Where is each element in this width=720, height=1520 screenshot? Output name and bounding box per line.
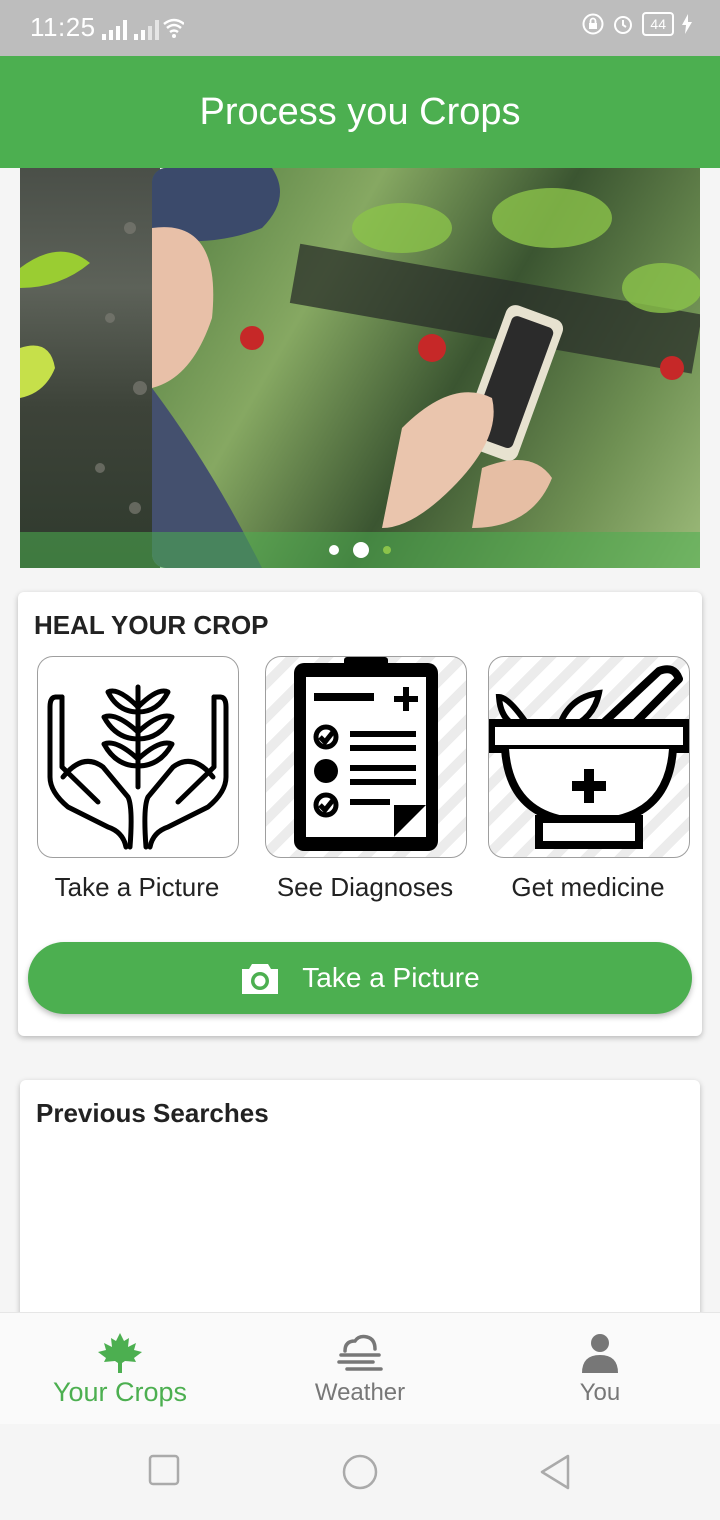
recent-apps-icon[interactable] [148,1454,180,1486]
battery-indicator: 44 [642,12,674,36]
nav-item-weather[interactable]: Weather [240,1313,480,1425]
step-get-medicine [488,656,690,858]
carousel-dot-2-active[interactable] [353,542,369,558]
status-bar: 11:25 44 [0,0,720,56]
previous-searches-title: Previous Searches [36,1098,269,1128]
app-bar: Process you Crops [0,56,720,168]
previous-searches-card: Previous Searches [20,1080,700,1340]
fog-cloud-icon [337,1334,383,1371]
system-navigation-bar [0,1424,720,1520]
carousel-dots [20,542,700,558]
maple-leaf-icon [98,1333,142,1373]
lock-icon [582,13,604,35]
carousel-slide-farmer-phone[interactable] [152,168,700,568]
hands-plant-icon [47,684,229,850]
carousel-indicator-bar [20,532,700,568]
carousel-dot-3[interactable] [383,546,391,554]
nav-item-you[interactable]: You [480,1313,720,1425]
signal-icon [100,14,185,47]
alarm-icon [614,16,633,34]
nav-label-your-crops: Your Crops [52,1377,188,1407]
step-label-take-picture: Take a Picture [54,872,220,902]
step-see-diagnoses [265,656,467,858]
step-label-get-medicine: Get medicine [511,872,665,902]
heal-your-crop-card: HEAL YOUR CROP Take a Picture See Diagno… [18,592,702,1036]
step-take-picture [37,656,239,858]
charging-icon [682,14,692,34]
image-carousel[interactable] [20,168,700,568]
person-icon [582,1334,618,1373]
bottom-navigation: Your Crops Weather You [0,1312,720,1425]
take-picture-button[interactable]: Take a Picture [28,942,692,1014]
status-time: 11:25 [30,12,96,42]
heal-card-title: HEAL YOUR CROP [34,610,269,640]
carousel-dot-1[interactable] [329,545,339,555]
nav-label-weather: Weather [314,1379,406,1406]
back-icon[interactable] [538,1454,572,1490]
clipboard-checklist-icon [294,657,438,851]
camera-icon [242,964,279,994]
take-picture-button-label: Take a Picture [302,962,480,993]
status-right: 44 [582,12,692,36]
carousel-slide-previous[interactable] [20,168,160,568]
nav-label-you: You [579,1379,621,1406]
page-title: Process you Crops [199,90,521,133]
home-icon[interactable] [340,1454,380,1490]
mortar-pestle-icon [489,665,689,849]
step-label-see-diagnoses: See Diagnoses [276,872,454,902]
nav-item-your-crops[interactable]: Your Crops [0,1313,240,1425]
